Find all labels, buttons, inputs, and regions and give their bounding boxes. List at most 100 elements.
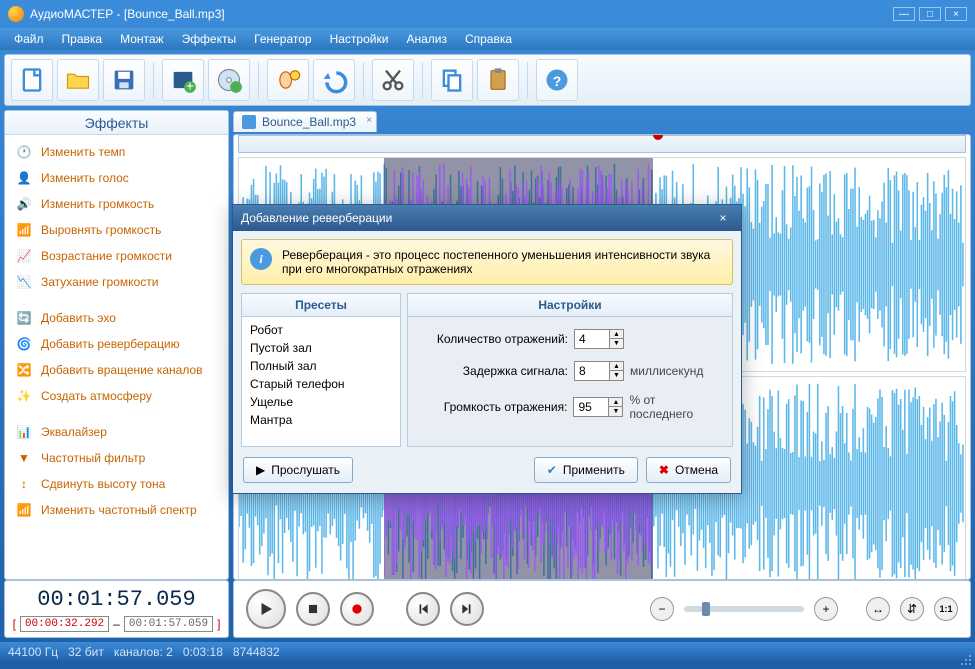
- dialog-titlebar[interactable]: Добавление реверберации ×: [233, 205, 741, 231]
- selection-sep: –: [113, 617, 120, 631]
- cut-button[interactable]: [372, 59, 414, 101]
- close-button[interactable]: ×: [945, 7, 967, 21]
- speaker-icon: 🔊: [15, 195, 33, 213]
- zoom-out-button[interactable]: −: [650, 597, 674, 621]
- listen-button[interactable]: ▶Прослушать: [243, 457, 353, 483]
- menu-effects[interactable]: Эффекты: [174, 29, 245, 49]
- menu-file[interactable]: Файл: [6, 29, 52, 49]
- reflections-spinner[interactable]: ▲▼: [574, 329, 624, 349]
- selection-end-time[interactable]: 00:01:57.059: [124, 616, 213, 632]
- sidebar-item-echo[interactable]: 🔄 Добавить эхо: [5, 305, 228, 331]
- record-voice-button[interactable]: [267, 59, 309, 101]
- minimize-button[interactable]: —: [893, 7, 915, 21]
- menu-settings[interactable]: Настройки: [322, 29, 397, 49]
- preset-item[interactable]: Ущелье: [250, 393, 392, 411]
- fit-selection-button[interactable]: ⇵: [900, 597, 924, 621]
- sidebar-item-spectrum[interactable]: 📶Изменить частотный спектр: [5, 497, 228, 523]
- sidebar-item-label: Частотный фильтр: [41, 451, 145, 465]
- video-button[interactable]: +: [162, 59, 204, 101]
- sidebar-item-tempo[interactable]: 🕐Изменить темп: [5, 139, 228, 165]
- app-logo-icon: [8, 6, 24, 22]
- sidebar-item-label: Выровнять громкость: [41, 223, 161, 237]
- paste-button[interactable]: [477, 59, 519, 101]
- apply-button[interactable]: ✔Применить: [534, 457, 638, 483]
- open-button[interactable]: [57, 59, 99, 101]
- menu-edit[interactable]: Правка: [54, 29, 111, 49]
- sidebar-item-fadeout[interactable]: 📉Затухание громкости: [5, 269, 228, 295]
- menu-generator[interactable]: Генератор: [246, 29, 319, 49]
- sidebar-item-reverb[interactable]: 🌀Добавить реверберацию: [5, 331, 228, 357]
- volume-input[interactable]: [574, 398, 608, 416]
- delay-input[interactable]: [575, 362, 609, 380]
- stop-button[interactable]: [296, 592, 330, 626]
- zoom-in-button[interactable]: +: [814, 597, 838, 621]
- dialog-title: Добавление реверберации: [241, 211, 392, 225]
- volume-spinner[interactable]: ▲▼: [573, 397, 623, 417]
- svg-text:+: +: [186, 78, 194, 94]
- undo-button[interactable]: [313, 59, 355, 101]
- sidebar-item-eq[interactable]: 📊Эквалайзер: [5, 419, 228, 445]
- skip-end-button[interactable]: [450, 592, 484, 626]
- sidebar-item-fadein[interactable]: 📈Возрастание громкости: [5, 243, 228, 269]
- preset-item[interactable]: Робот: [250, 321, 392, 339]
- spin-up-icon[interactable]: ▲: [609, 398, 622, 407]
- play-button[interactable]: [246, 589, 286, 629]
- resize-grip-icon[interactable]: [959, 653, 973, 667]
- close-tab-icon[interactable]: ×: [366, 115, 372, 126]
- record-button[interactable]: [340, 592, 374, 626]
- playhead-marker-icon[interactable]: [653, 134, 663, 140]
- menu-help[interactable]: Справка: [457, 29, 520, 49]
- spin-down-icon[interactable]: ▼: [610, 339, 623, 348]
- zoom-1to1-button[interactable]: 1:1: [934, 597, 958, 621]
- sidebar-item-pitch[interactable]: ↕Сдвинуть высоту тона: [5, 471, 228, 497]
- dialog-close-button[interactable]: ×: [713, 209, 733, 227]
- spin-up-icon[interactable]: ▲: [610, 362, 623, 371]
- preset-item[interactable]: Старый телефон: [250, 375, 392, 393]
- reflections-label: Количество отражений:: [418, 332, 568, 346]
- clock-icon: 🕐: [15, 143, 33, 161]
- spin-down-icon[interactable]: ▼: [609, 407, 622, 416]
- sidebar-item-atmosphere[interactable]: ✨Создать атмосферу: [5, 383, 228, 409]
- current-time: 00:01:57.059: [37, 587, 195, 612]
- sidebar-item-label: Изменить голос: [41, 171, 129, 185]
- help-button[interactable]: ?: [536, 59, 578, 101]
- reflections-input[interactable]: [575, 330, 609, 348]
- selection-start-time[interactable]: 00:00:32.292: [20, 616, 109, 632]
- new-button[interactable]: [11, 59, 53, 101]
- sidebar-item-voice[interactable]: 👤 Изменить голос: [5, 165, 228, 191]
- sidebar-item-normalize[interactable]: 📶Выровнять громкость: [5, 217, 228, 243]
- sidebar-item-label: Добавить эхо: [41, 311, 116, 325]
- transport-panel: − + ↔ ⇵ 1:1: [233, 580, 971, 638]
- menu-analysis[interactable]: Анализ: [398, 29, 455, 49]
- reverb-icon: 🌀: [15, 335, 33, 353]
- delay-spinner[interactable]: ▲▼: [574, 361, 624, 381]
- sidebar-item-pan[interactable]: 🔀Добавить вращение каналов: [5, 357, 228, 383]
- filter-icon: ▼: [15, 449, 33, 467]
- copy-button[interactable]: [431, 59, 473, 101]
- reverb-dialog: Добавление реверберации × i Реверберация…: [232, 204, 742, 494]
- spin-down-icon[interactable]: ▼: [610, 371, 623, 380]
- skip-start-button[interactable]: [406, 592, 440, 626]
- menu-montage[interactable]: Монтаж: [112, 29, 172, 49]
- person-icon: 👤: [15, 169, 33, 187]
- fit-width-button[interactable]: ↔: [866, 597, 890, 621]
- preset-item[interactable]: Полный зал: [250, 357, 392, 375]
- cd-button[interactable]: [208, 59, 250, 101]
- maximize-button[interactable]: □: [919, 7, 941, 21]
- zoom-thumb[interactable]: [702, 602, 710, 616]
- preset-item[interactable]: Пустой зал: [250, 339, 392, 357]
- echo-icon: 🔄: [15, 309, 33, 327]
- sidebar-item-label: Добавить вращение каналов: [41, 363, 203, 377]
- preset-item[interactable]: Мантра: [250, 411, 392, 429]
- sidebar-item-filter[interactable]: ▼ Частотный фильтр: [5, 445, 228, 471]
- timeline-ruler[interactable]: [238, 135, 966, 153]
- titlebar: АудиоМАСТЕР - [Bounce_Ball.mp3] — □ ×: [0, 0, 975, 28]
- window-title: АудиоМАСТЕР - [Bounce_Ball.mp3]: [30, 7, 893, 21]
- sidebar-item-volume[interactable]: 🔊Изменить громкость: [5, 191, 228, 217]
- presets-list[interactable]: Робот Пустой зал Полный зал Старый телеф…: [241, 317, 401, 447]
- spin-up-icon[interactable]: ▲: [610, 330, 623, 339]
- zoom-slider[interactable]: [684, 606, 804, 612]
- save-button[interactable]: [103, 59, 145, 101]
- tab-file[interactable]: Bounce_Ball.mp3 ×: [233, 111, 377, 132]
- cancel-button[interactable]: ✖Отмена: [646, 457, 731, 483]
